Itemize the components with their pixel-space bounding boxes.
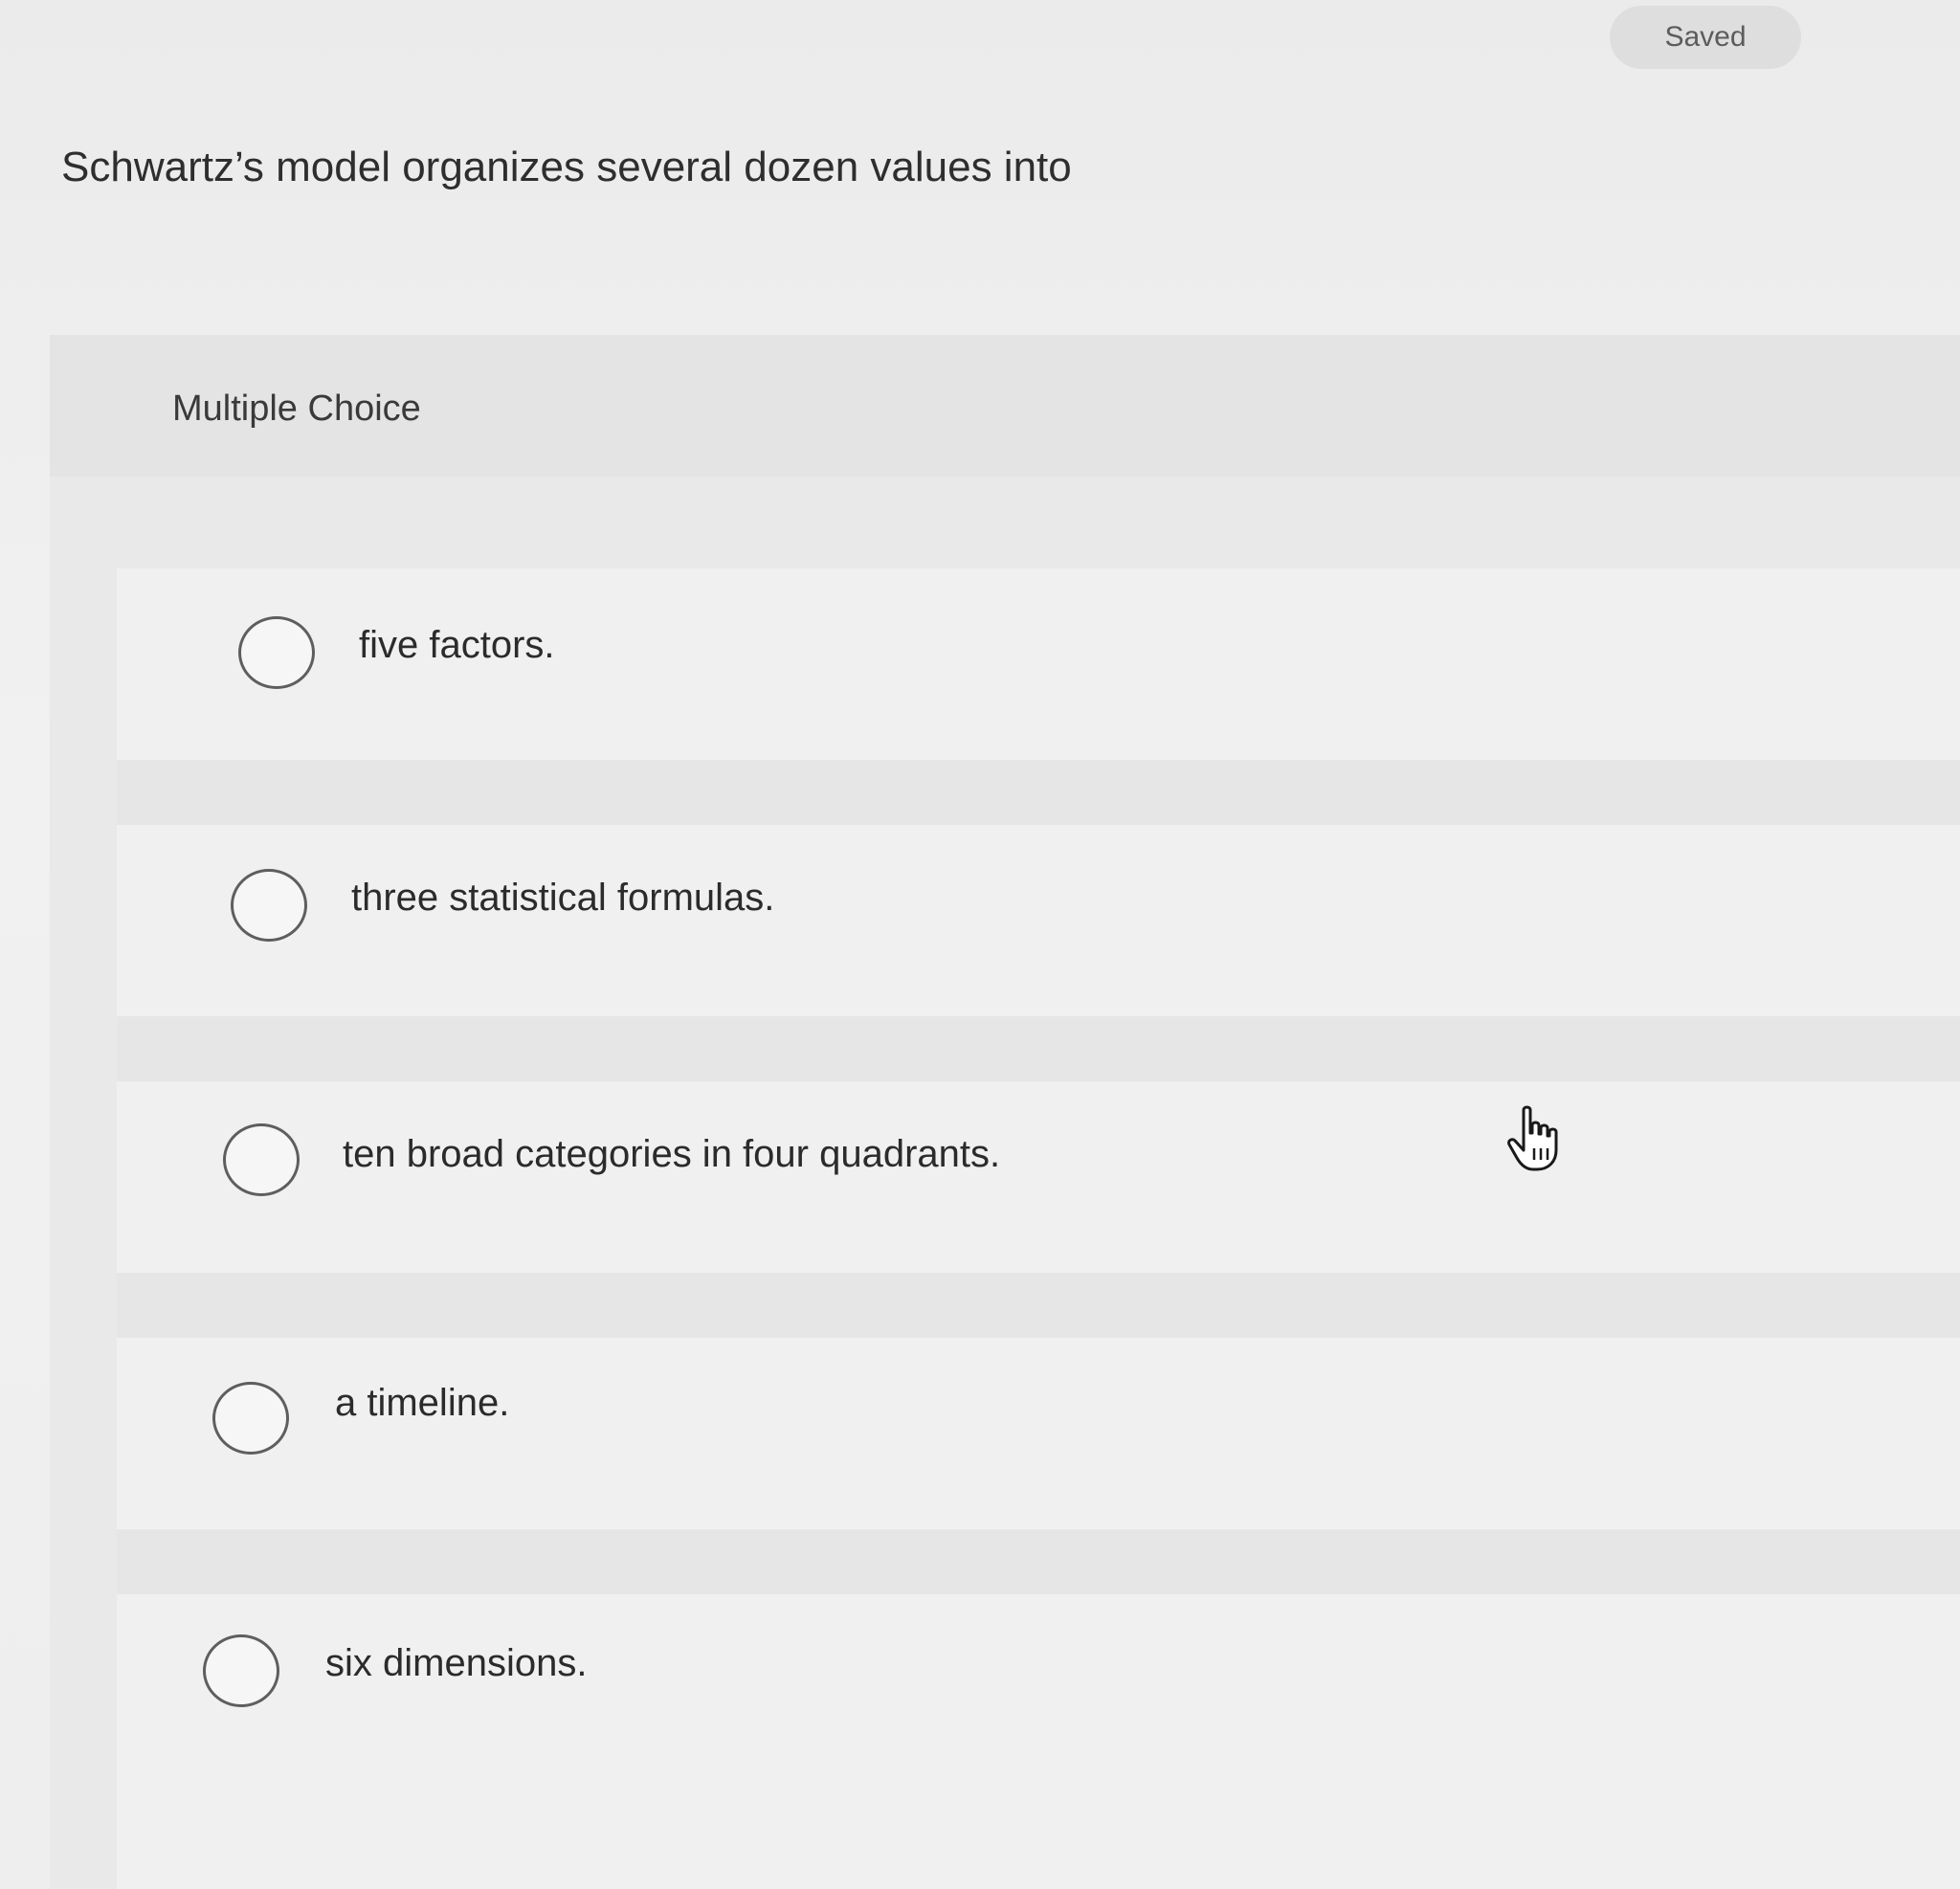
question-type-header: Multiple Choice <box>50 335 1960 477</box>
question-panel: Multiple Choice five factors. three stat… <box>50 335 1960 1889</box>
answer-option-label: ten broad categories in four quadrants. <box>343 1133 1001 1175</box>
option-divider <box>117 1273 1960 1338</box>
answer-option-2[interactable]: three statistical formulas. <box>117 825 1960 1016</box>
answer-option-label: a timeline. <box>335 1382 510 1424</box>
answer-option-3[interactable]: ten broad categories in four quadrants. <box>117 1081 1960 1273</box>
question-type-label: Multiple Choice <box>172 389 421 429</box>
saved-status-badge: Saved <box>1610 6 1801 69</box>
question-prompt: Schwartz’s model organizes several dozen… <box>61 144 1072 190</box>
answer-options: five factors. three statistical formulas… <box>117 568 1960 1889</box>
radio-button[interactable] <box>212 1382 289 1455</box>
answer-option-label: six dimensions. <box>325 1642 588 1684</box>
radio-button[interactable] <box>238 616 315 689</box>
quiz-page: Saved Schwartz’s model organizes several… <box>0 0 1960 1889</box>
hand-pointer-icon <box>1507 1105 1558 1171</box>
option-divider <box>117 760 1960 825</box>
radio-button[interactable] <box>231 869 307 942</box>
radio-button[interactable] <box>203 1634 279 1707</box>
answer-option-1[interactable]: five factors. <box>117 568 1960 760</box>
answer-option-label: three statistical formulas. <box>351 877 775 919</box>
radio-button[interactable] <box>223 1123 300 1196</box>
answer-option-5[interactable]: six dimensions. <box>117 1594 1960 1786</box>
answer-option-4[interactable]: a timeline. <box>117 1338 1960 1529</box>
option-divider <box>117 1016 1960 1081</box>
option-divider <box>117 1529 1960 1594</box>
answer-option-label: five factors. <box>359 624 555 666</box>
